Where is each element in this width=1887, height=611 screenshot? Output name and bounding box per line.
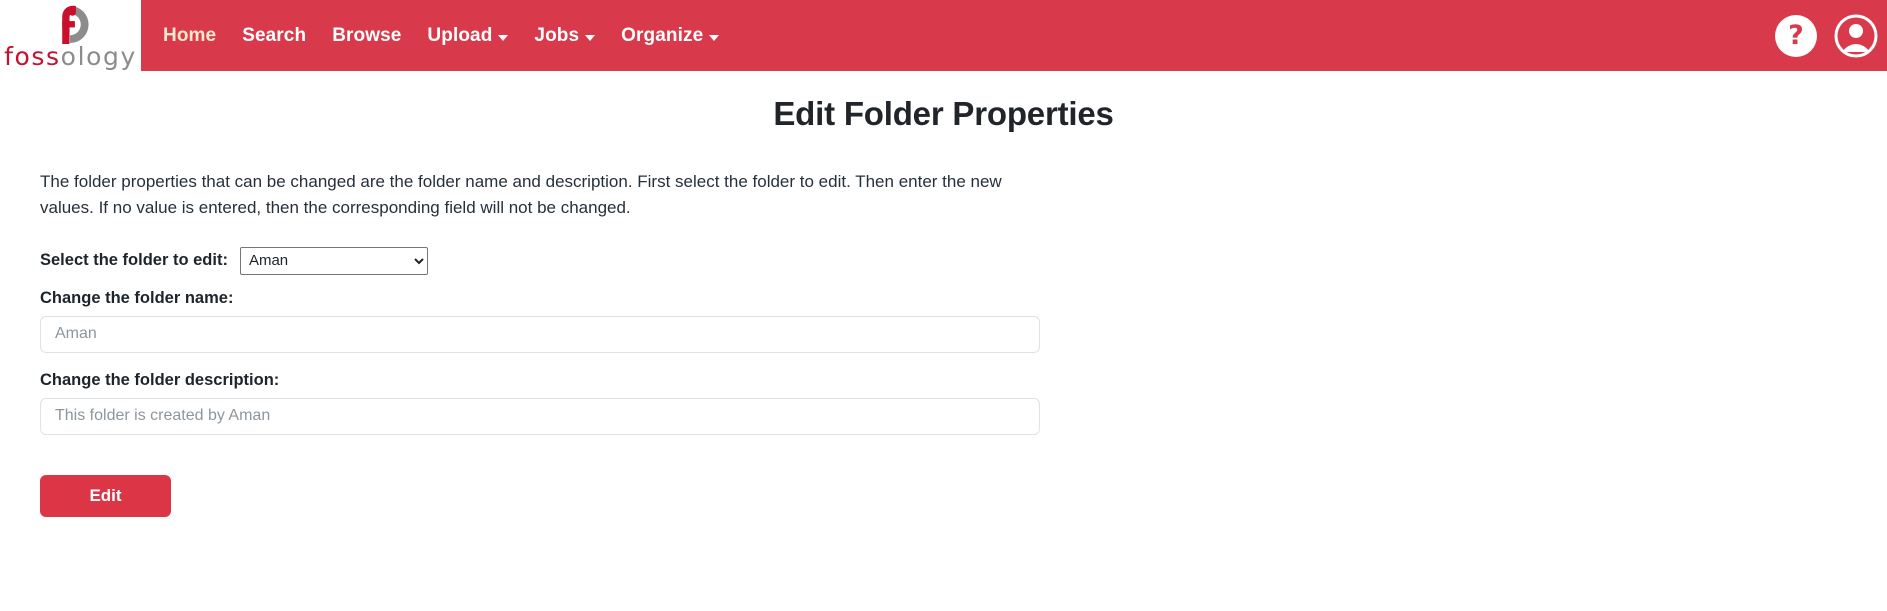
navbar-actions: ? <box>1775 0 1887 71</box>
user-account-button[interactable] <box>1833 13 1879 59</box>
question-mark-icon: ? <box>1788 20 1804 51</box>
nav-item-label: Jobs <box>534 24 580 46</box>
edit-folder-form: The folder properties that can be change… <box>0 133 1060 517</box>
nav-item-home[interactable]: Home <box>161 21 218 51</box>
edit-submit-button[interactable]: Edit <box>40 474 171 517</box>
nav-links: Home Search Browse Upload Jobs Organize <box>141 0 1775 71</box>
nav-item-label: Browse <box>332 24 402 46</box>
nav-item-label: Organize <box>621 24 704 46</box>
main-content: Edit Folder Properties The folder proper… <box>0 71 1887 517</box>
folder-description-label: Change the folder description: <box>40 370 280 389</box>
brand-wordmark: fossology <box>4 44 137 69</box>
brand-word-gray: ology <box>60 42 137 71</box>
folder-select[interactable]: Aman <box>239 246 428 275</box>
folder-name-input[interactable] <box>40 315 1040 353</box>
user-account-icon <box>1834 14 1878 57</box>
folder-select-row: Select the folder to edit: Aman <box>40 246 1060 275</box>
folder-select-label: Select the folder to edit: <box>40 251 228 270</box>
chevron-down-icon <box>709 34 720 41</box>
top-navbar: fossology Home Search Browse Upload Jobs… <box>0 0 1887 71</box>
nav-item-upload[interactable]: Upload <box>425 21 510 51</box>
chevron-down-icon <box>585 34 596 41</box>
folder-description-input[interactable] <box>40 397 1040 435</box>
nav-item-label: Home <box>163 24 217 46</box>
intro-text: The folder properties that can be change… <box>40 172 1002 217</box>
brand-logo[interactable]: fossology <box>0 0 141 71</box>
help-button[interactable]: ? <box>1775 14 1817 57</box>
chevron-down-icon <box>498 34 509 41</box>
nav-item-organize[interactable]: Organize <box>619 21 721 51</box>
nav-item-search[interactable]: Search <box>240 21 308 51</box>
fossology-logo-icon <box>61 5 89 45</box>
page-title: Edit Folder Properties <box>773 95 1114 132</box>
brand-word-red: foss <box>4 42 61 71</box>
nav-item-label: Search <box>242 24 307 46</box>
folder-name-label: Change the folder name: <box>40 288 234 307</box>
nav-item-label: Upload <box>427 24 493 46</box>
nav-item-jobs[interactable]: Jobs <box>532 21 597 51</box>
nav-item-browse[interactable]: Browse <box>330 21 403 51</box>
